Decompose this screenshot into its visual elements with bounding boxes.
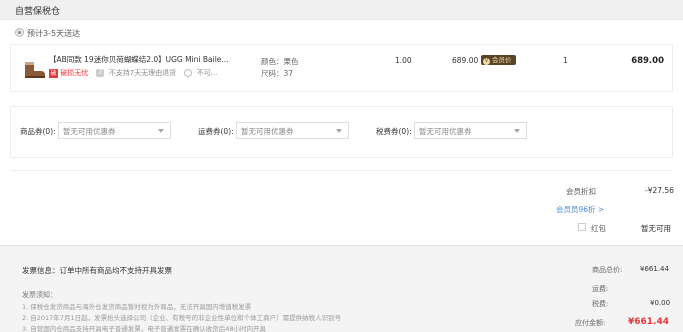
shipping-coupon-select[interactable]: 暂无可用优惠券 <box>236 122 349 139</box>
red-packet-label: 红包 <box>591 224 606 233</box>
invoice-notice-title: 发票须知： <box>22 291 57 299</box>
line-subtotal: 689.00 <box>631 56 664 66</box>
payable-label: 应付金额: <box>575 319 606 327</box>
warehouse-title: 自营保税仓 <box>15 7 61 17</box>
damage-guarantee-label: 破损无忧 <box>60 69 89 77</box>
goods-total-label: 商品总价: <box>592 266 623 274</box>
payable-amount: ¥661.44 <box>628 317 669 327</box>
chevron-down-icon <box>158 129 164 133</box>
invoice-note: 3. 自营国内仓商品支持开具电子普通发票，电子普通发票在确认收货后48小时内开具 <box>22 325 267 332</box>
shipping-coupon-value: 暂无可用优惠券 <box>241 127 294 136</box>
quantity: 1 <box>563 56 568 65</box>
goods-coupon-label: 商品券(0): <box>20 127 56 136</box>
unit-value: 1.00 <box>395 56 412 65</box>
delivery-radio[interactable] <box>15 28 24 37</box>
invoice-info: 发票信息：订单中所有商品均不支持开具发票 <box>22 266 172 275</box>
damage-guarantee-icon: 破 <box>49 68 58 78</box>
warehouse-header: 自营保税仓 <box>0 0 683 20</box>
service-tags: 破 破损无忧 7 不支持7天无理由退货 不可... <box>49 68 223 78</box>
vip-icon: V <box>483 58 490 65</box>
unit-price: 689.00 <box>452 56 479 65</box>
tax-coupon-select[interactable]: 暂无可用优惠券 <box>414 122 527 139</box>
chevron-down-icon <box>514 129 520 133</box>
no-return-icon: 7 <box>96 69 105 77</box>
tax-value: ¥0.00 <box>650 299 671 307</box>
member-price-badge-label: 会员价 <box>492 56 512 64</box>
product-row: 【AB同款 19迷你贝荷蝴蝶结2.0】UGG Mini Baile... 破 破… <box>10 44 673 92</box>
red-packet-checkbox[interactable] <box>578 223 586 231</box>
vip-discount-link[interactable]: 会员员96折 > <box>556 204 604 215</box>
goods-coupon-value: 暂无可用优惠券 <box>63 127 116 136</box>
ugg-boot-thumbnail[interactable] <box>20 58 46 80</box>
product-size: 尺码：37 <box>261 69 294 78</box>
product-name[interactable]: 【AB同款 19迷你贝荷蝴蝶结2.0】UGG Mini Baile... <box>49 54 229 65</box>
tax-coupon-value: 暂无可用优惠券 <box>419 127 472 136</box>
tax-label: 税费: <box>592 300 609 308</box>
product-color: 颜色：栗色 <box>261 57 299 66</box>
goods-total-value: ¥661.44 <box>640 265 669 273</box>
chevron-down-icon <box>336 129 342 133</box>
more-tag-label: 不可... <box>196 69 218 77</box>
checkout-panel: 自营保税仓 预计3-5天送达 【AB同款 19迷你贝荷蝴蝶结2.0】UGG Mi… <box>0 0 683 332</box>
goods-coupon-select[interactable]: 暂无可用优惠券 <box>58 122 171 139</box>
clock-icon <box>184 69 193 77</box>
invoice-note: 2. 自2017年7月1日起，发票抬头选择公司（企业、有税号的非企业性单位和个体… <box>22 314 342 322</box>
no-return-label: 不支持7天无理由退货 <box>108 69 177 77</box>
shipping-label: 运费: <box>592 285 609 293</box>
red-packet-value: 暂无可用 <box>641 224 671 233</box>
member-discount-value: -¥27.56 <box>645 186 674 195</box>
member-discount-label: 会员折扣 <box>566 187 596 196</box>
shipping-coupon-label: 运费券(0): <box>198 127 234 136</box>
tax-coupon-label: 税费券(0): <box>376 127 412 136</box>
invoice-note: 1. 保税仓发货商品与海外仓发货商品暂时视为外商品，无法开具国内增值税发票 <box>22 303 252 311</box>
member-price-badge: V 会员价 <box>481 55 516 65</box>
delivery-estimate: 预计3-5天送达 <box>27 29 81 38</box>
